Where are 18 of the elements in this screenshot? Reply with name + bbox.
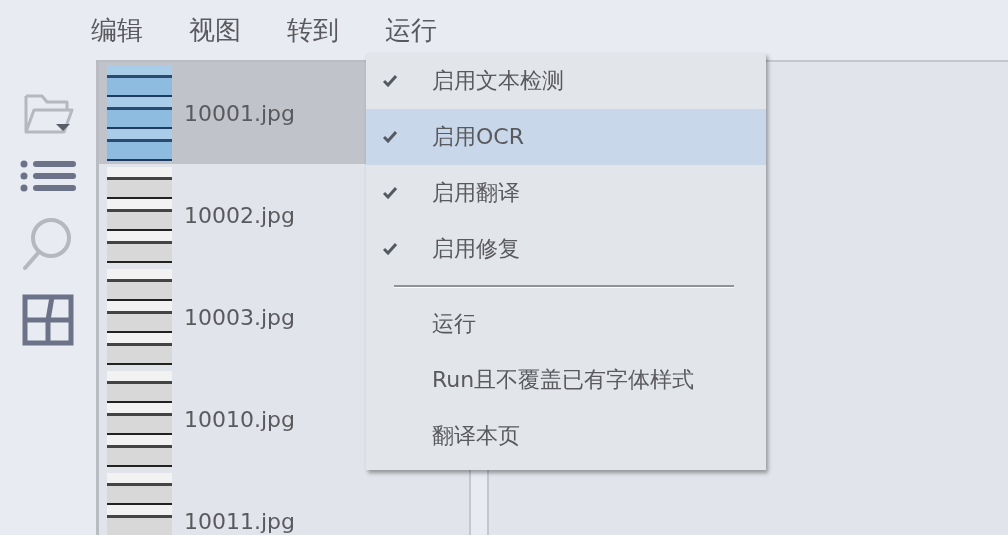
file-name: 10003.jpg	[184, 304, 296, 330]
menu-option[interactable]: Run且不覆盖已有字体样式	[366, 352, 766, 408]
menu-option[interactable]: 启用修复	[366, 221, 766, 277]
menu-option[interactable]: 启用翻译	[366, 165, 766, 221]
menu-item[interactable]: 运行	[372, 13, 450, 47]
menu-option[interactable]: 启用OCR	[366, 109, 766, 165]
menu-option[interactable]: 运行	[366, 296, 766, 352]
list-icon[interactable]	[20, 158, 76, 194]
menu-item[interactable]: 编辑	[78, 13, 156, 47]
file-name: 10001.jpg	[184, 100, 296, 126]
menu-item[interactable]: 视图	[176, 13, 254, 47]
file-name: 10010.jpg	[184, 406, 296, 432]
file-item[interactable]: 10011.jpg	[99, 470, 469, 535]
menu-item[interactable]: 转到	[274, 13, 352, 47]
file-name: 10002.jpg	[184, 202, 296, 228]
layout-icon[interactable]	[22, 294, 74, 346]
menu-option[interactable]: 翻译本页	[366, 408, 766, 464]
file-name: 10011.jpg	[184, 508, 296, 534]
